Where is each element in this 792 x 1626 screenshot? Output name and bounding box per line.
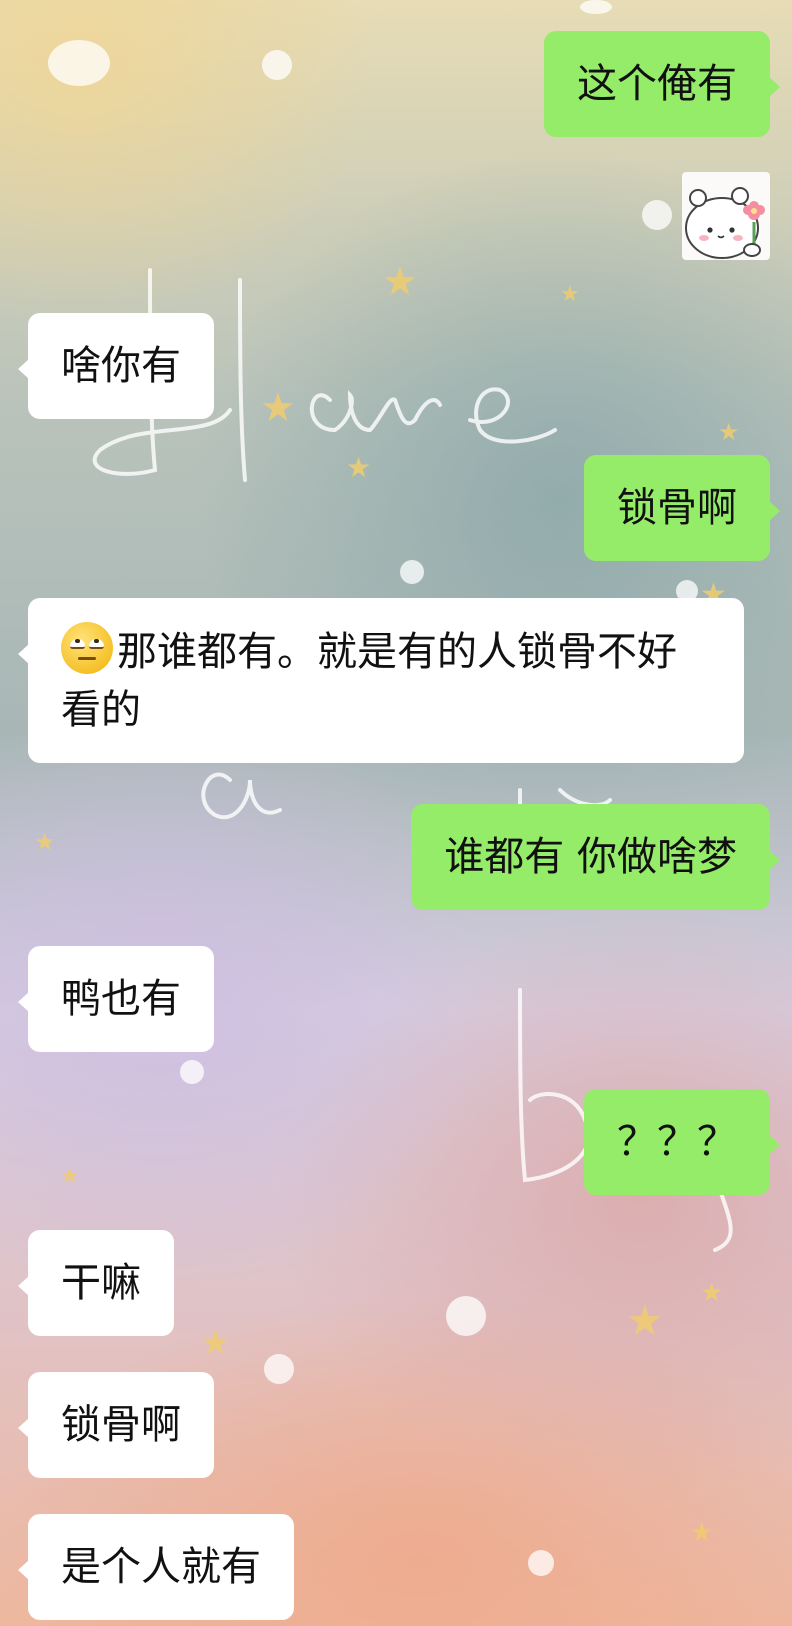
message-bubble-outgoing[interactable]: 这个俺有: [544, 31, 780, 137]
chat-message-list[interactable]: 这个俺有 啥你有 锁骨啊 那谁都有。就是有的人锁骨不好看的 谁都有 你做啥梦 鸭…: [0, 0, 792, 1626]
message-bubble-incoming[interactable]: 是个人就有: [18, 1514, 294, 1620]
message-bubble-outgoing[interactable]: ？？？: [584, 1089, 780, 1195]
message-bubble-outgoing[interactable]: 谁都有 你做啥梦: [411, 804, 780, 910]
eye-roll-emoji-icon: [61, 622, 113, 674]
message-text: 那谁都有。就是有的人锁骨不好看的: [61, 629, 677, 733]
message-bubble-outgoing[interactable]: 锁骨啊: [584, 455, 780, 561]
bear-with-flower-icon: [685, 187, 765, 259]
message-bubble-incoming[interactable]: 鸭也有: [18, 946, 214, 1052]
bear-with-flower-sticker[interactable]: [682, 172, 770, 260]
message-bubble-incoming[interactable]: 啥你有: [18, 313, 214, 419]
message-bubble-incoming[interactable]: 锁骨啊: [18, 1372, 214, 1478]
message-bubble-incoming[interactable]: 那谁都有。就是有的人锁骨不好看的: [18, 598, 744, 763]
message-bubble-incoming[interactable]: 干嘛: [18, 1230, 174, 1336]
